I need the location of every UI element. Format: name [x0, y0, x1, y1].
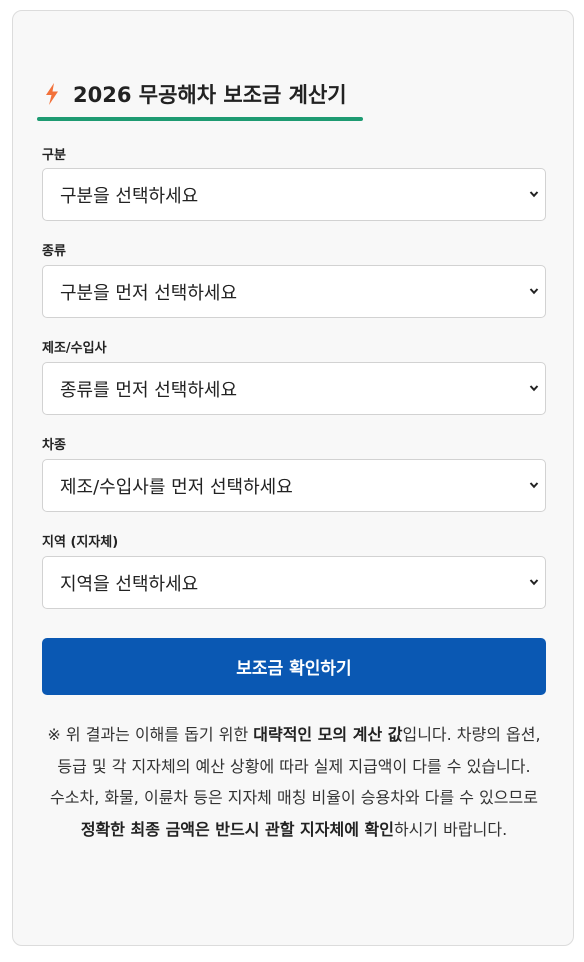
select-region-value: 지역을 선택하세요 — [60, 573, 199, 595]
label-category: 구분 — [42, 148, 66, 163]
disclaimer-paragraph-1: ※ 위 결과는 이해를 돕기 위한 대략적인 모의 계산 값입니다. 차량의 옵… — [42, 719, 546, 782]
title-block: 2026 무공해차 보조금 계산기 — [37, 77, 363, 121]
chevron-down-icon — [529, 287, 539, 294]
select-manufacturer-value: 종류를 먼저 선택하세요 — [60, 379, 238, 401]
label-type: 종류 — [42, 244, 66, 259]
select-type-value: 구분을 먼저 선택하세요 — [60, 282, 238, 304]
select-model[interactable]: 제조/수입사를 먼저 선택하세요 — [42, 459, 546, 512]
calculator-card: 2026 무공해차 보조금 계산기 구분 구분을 선택하세요 종류 구분을 먼저… — [12, 10, 574, 946]
label-manufacturer: 제조/수입사 — [42, 341, 107, 356]
disclaimer-notes: ※ 위 결과는 이해를 돕기 위한 대략적인 모의 계산 값입니다. 차량의 옵… — [42, 719, 546, 845]
label-region: 지역 (지자체) — [42, 535, 119, 550]
select-manufacturer[interactable]: 종류를 먼저 선택하세요 — [42, 362, 546, 415]
disclaimer-emphasis: 정확한 최종 금액은 반드시 관할 지자체에 확인 — [80, 819, 394, 839]
title-text: 2026 무공해차 보조금 계산기 — [73, 83, 347, 107]
select-category-value: 구분을 선택하세요 — [60, 185, 199, 207]
title-underline — [37, 117, 363, 121]
chevron-down-icon — [529, 190, 539, 197]
chevron-down-icon — [529, 481, 539, 488]
check-subsidy-button[interactable]: 보조금 확인하기 — [42, 638, 546, 695]
page-title: 2026 무공해차 보조금 계산기 — [37, 77, 351, 111]
disclaimer-text: ※ 위 결과는 이해를 돕기 위한 — [47, 725, 254, 744]
chevron-down-icon — [529, 578, 539, 585]
disclaimer-paragraph-2: 수소차, 화물, 이륜차 등은 지자체 매칭 비율이 승용차와 다를 수 있으므… — [42, 782, 546, 845]
chevron-down-icon — [529, 384, 539, 391]
select-category[interactable]: 구분을 선택하세요 — [42, 168, 546, 221]
disclaimer-text: 수소차, 화물, 이륜차 등은 지자체 매칭 비율이 승용차와 다를 수 있으므… — [50, 788, 538, 807]
select-model-value: 제조/수입사를 먼저 선택하세요 — [60, 476, 293, 498]
label-model: 차종 — [42, 438, 66, 453]
disclaimer-emphasis: 대략적인 모의 계산 값 — [253, 725, 403, 744]
disclaimer-text: 하시기 바랍니다. — [393, 819, 508, 839]
select-type[interactable]: 구분을 먼저 선택하세요 — [42, 265, 546, 318]
lightning-icon — [46, 83, 58, 105]
select-region[interactable]: 지역을 선택하세요 — [42, 556, 546, 609]
